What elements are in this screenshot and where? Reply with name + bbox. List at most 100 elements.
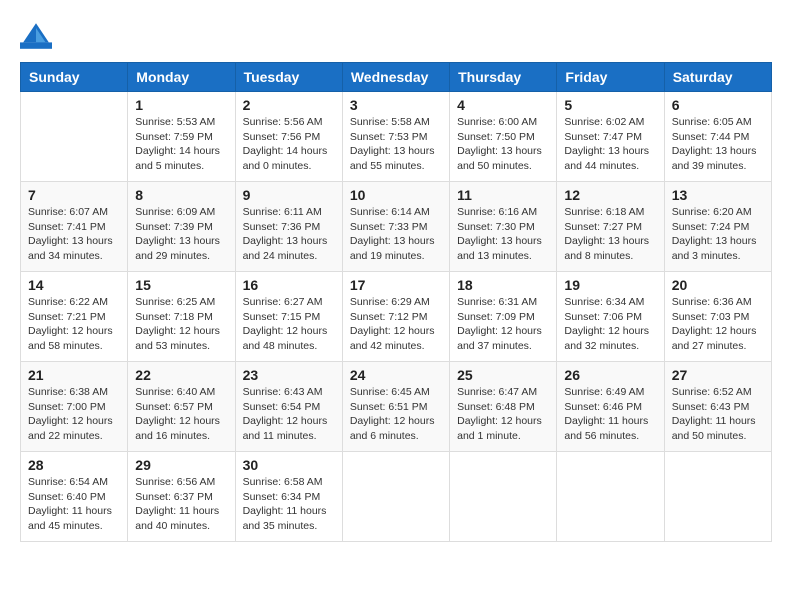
day-number: 12 [564,187,656,203]
day-number: 6 [672,97,764,113]
day-number: 4 [457,97,549,113]
day-detail: Sunrise: 6:11 AM Sunset: 7:36 PM Dayligh… [243,205,335,264]
day-number: 11 [457,187,549,203]
week-row-4: 21 Sunrise: 6:38 AM Sunset: 7:00 PM Dayli… [21,362,772,452]
week-row-5: 28 Sunrise: 6:54 AM Sunset: 6:40 PM Dayli… [21,452,772,542]
weekday-header-monday: Monday [128,63,235,92]
day-cell [450,452,557,542]
day-cell [21,92,128,182]
day-cell: 8 Sunrise: 6:09 AM Sunset: 7:39 PM Daylig… [128,182,235,272]
day-detail: Sunrise: 6:00 AM Sunset: 7:50 PM Dayligh… [457,115,549,174]
day-cell: 27 Sunrise: 6:52 AM Sunset: 6:43 PM Dayli… [664,362,771,452]
day-detail: Sunrise: 6:05 AM Sunset: 7:44 PM Dayligh… [672,115,764,174]
day-detail: Sunrise: 6:07 AM Sunset: 7:41 PM Dayligh… [28,205,120,264]
day-number: 10 [350,187,442,203]
day-number: 3 [350,97,442,113]
day-number: 29 [135,457,227,473]
day-detail: Sunrise: 6:45 AM Sunset: 6:51 PM Dayligh… [350,385,442,444]
day-cell: 25Sunrise: 6:47 AM Sunset: 6:48 PM Dayli… [450,362,557,452]
weekday-header-saturday: Saturday [664,63,771,92]
day-cell: 11 Sunrise: 6:16 AM Sunset: 7:30 PM Dayli… [450,182,557,272]
week-row-1: 1 Sunrise: 5:53 AM Sunset: 7:59 PM Daylig… [21,92,772,182]
day-number: 8 [135,187,227,203]
day-cell: 26 Sunrise: 6:49 AM Sunset: 6:46 PM Dayli… [557,362,664,452]
day-detail: Sunrise: 6:16 AM Sunset: 7:30 PM Dayligh… [457,205,549,264]
day-cell: 22 Sunrise: 6:40 AM Sunset: 6:57 PM Dayli… [128,362,235,452]
day-detail: Sunrise: 6:34 AM Sunset: 7:06 PM Dayligh… [564,295,656,354]
day-cell [557,452,664,542]
day-detail: Sunrise: 6:27 AM Sunset: 7:15 PM Dayligh… [243,295,335,354]
logo [20,20,58,52]
day-number: 1 [135,97,227,113]
calendar-table: SundayMondayTuesdayWednesdayThursdayFrid… [20,62,772,542]
day-number: 21 [28,367,120,383]
day-cell: 3 Sunrise: 5:58 AM Sunset: 7:53 PM Daylig… [342,92,449,182]
day-number: 9 [243,187,335,203]
day-number: 2 [243,97,335,113]
day-detail: Sunrise: 6:25 AM Sunset: 7:18 PM Dayligh… [135,295,227,354]
day-number: 20 [672,277,764,293]
day-cell: 20 Sunrise: 6:36 AM Sunset: 7:03 PM Dayli… [664,272,771,362]
day-number: 23 [243,367,335,383]
day-cell: 19 Sunrise: 6:34 AM Sunset: 7:06 PM Dayli… [557,272,664,362]
weekday-header-wednesday: Wednesday [342,63,449,92]
day-cell: 10Sunrise: 6:14 AM Sunset: 7:33 PM Dayli… [342,182,449,272]
day-number: 28 [28,457,120,473]
day-detail: Sunrise: 5:56 AM Sunset: 7:56 PM Dayligh… [243,115,335,174]
day-detail: Sunrise: 6:49 AM Sunset: 6:46 PM Dayligh… [564,385,656,444]
day-detail: Sunrise: 6:31 AM Sunset: 7:09 PM Dayligh… [457,295,549,354]
day-cell: 17 Sunrise: 6:29 AM Sunset: 7:12 PM Dayli… [342,272,449,362]
day-number: 13 [672,187,764,203]
page-header [20,20,772,52]
day-cell: 29 Sunrise: 6:56 AM Sunset: 6:37 PM Dayli… [128,452,235,542]
week-row-3: 14Sunrise: 6:22 AM Sunset: 7:21 PM Dayli… [21,272,772,362]
day-cell: 12 Sunrise: 6:18 AM Sunset: 7:27 PM Dayli… [557,182,664,272]
day-number: 24 [350,367,442,383]
day-number: 30 [243,457,335,473]
day-number: 15 [135,277,227,293]
day-detail: Sunrise: 6:20 AM Sunset: 7:24 PM Dayligh… [672,205,764,264]
day-cell: 7 Sunrise: 6:07 AM Sunset: 7:41 PM Daylig… [21,182,128,272]
day-number: 14 [28,277,120,293]
day-number: 19 [564,277,656,293]
day-cell: 5 Sunrise: 6:02 AM Sunset: 7:47 PM Daylig… [557,92,664,182]
weekday-header-thursday: Thursday [450,63,557,92]
day-detail: Sunrise: 6:36 AM Sunset: 7:03 PM Dayligh… [672,295,764,354]
day-detail: Sunrise: 6:38 AM Sunset: 7:00 PM Dayligh… [28,385,120,444]
day-number: 26 [564,367,656,383]
day-cell [664,452,771,542]
calendar-header: SundayMondayTuesdayWednesdayThursdayFrid… [21,63,772,92]
day-cell: 2 Sunrise: 5:56 AM Sunset: 7:56 PM Daylig… [235,92,342,182]
day-cell: 24 Sunrise: 6:45 AM Sunset: 6:51 PM Dayli… [342,362,449,452]
day-number: 17 [350,277,442,293]
day-detail: Sunrise: 6:40 AM Sunset: 6:57 PM Dayligh… [135,385,227,444]
day-number: 7 [28,187,120,203]
day-detail: Sunrise: 5:53 AM Sunset: 7:59 PM Dayligh… [135,115,227,174]
day-detail: Sunrise: 6:09 AM Sunset: 7:39 PM Dayligh… [135,205,227,264]
day-detail: Sunrise: 6:29 AM Sunset: 7:12 PM Dayligh… [350,295,442,354]
day-number: 22 [135,367,227,383]
day-detail: Sunrise: 6:47 AM Sunset: 6:48 PM Dayligh… [457,385,549,444]
day-cell: 13 Sunrise: 6:20 AM Sunset: 7:24 PM Dayli… [664,182,771,272]
day-detail: Sunrise: 6:43 AM Sunset: 6:54 PM Dayligh… [243,385,335,444]
day-cell: 6 Sunrise: 6:05 AM Sunset: 7:44 PM Daylig… [664,92,771,182]
day-cell: 30 Sunrise: 6:58 AM Sunset: 6:34 PM Dayli… [235,452,342,542]
day-detail: Sunrise: 6:54 AM Sunset: 6:40 PM Dayligh… [28,475,120,534]
weekday-header-sunday: Sunday [21,63,128,92]
day-detail: Sunrise: 6:58 AM Sunset: 6:34 PM Dayligh… [243,475,335,534]
day-detail: Sunrise: 6:52 AM Sunset: 6:43 PM Dayligh… [672,385,764,444]
day-cell: 4 Sunrise: 6:00 AM Sunset: 7:50 PM Daylig… [450,92,557,182]
day-cell: 16Sunrise: 6:27 AM Sunset: 7:15 PM Dayli… [235,272,342,362]
day-number: 27 [672,367,764,383]
day-cell: 9 Sunrise: 6:11 AM Sunset: 7:36 PM Daylig… [235,182,342,272]
day-detail: Sunrise: 6:18 AM Sunset: 7:27 PM Dayligh… [564,205,656,264]
day-detail: Sunrise: 6:02 AM Sunset: 7:47 PM Dayligh… [564,115,656,174]
day-cell: 14Sunrise: 6:22 AM Sunset: 7:21 PM Dayli… [21,272,128,362]
day-cell [342,452,449,542]
day-detail: Sunrise: 6:56 AM Sunset: 6:37 PM Dayligh… [135,475,227,534]
day-number: 5 [564,97,656,113]
logo-icon [20,20,52,52]
day-cell: 28 Sunrise: 6:54 AM Sunset: 6:40 PM Dayli… [21,452,128,542]
day-detail: Sunrise: 5:58 AM Sunset: 7:53 PM Dayligh… [350,115,442,174]
day-number: 18 [457,277,549,293]
